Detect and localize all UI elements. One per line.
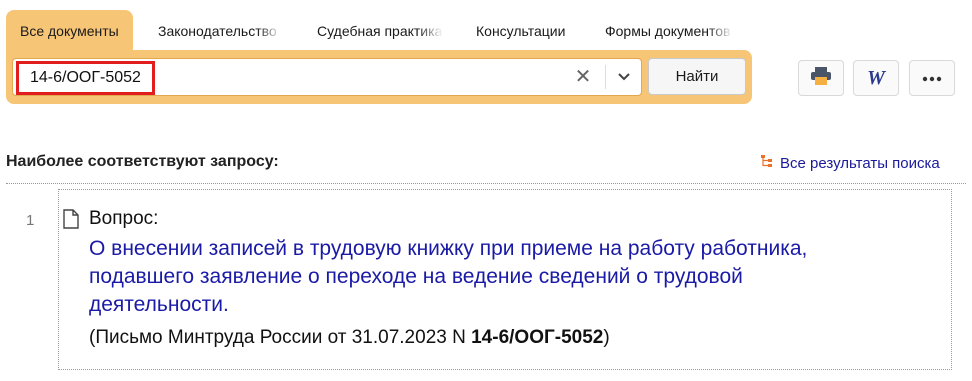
tab-legislation[interactable]: Законодательство [158, 10, 282, 52]
printer-icon [810, 66, 832, 91]
chevron-down-icon[interactable] [611, 63, 637, 91]
tab-label: Все документы [20, 23, 119, 39]
print-button[interactable] [798, 60, 844, 96]
search-panel: 14-6/ООГ-5052 ✕ Найти [6, 50, 752, 104]
find-button[interactable]: Найти [648, 58, 746, 95]
clear-icon[interactable]: ✕ [569, 63, 597, 91]
word-export-button[interactable]: W [853, 60, 899, 96]
all-results-link[interactable]: Все результаты поиска [760, 154, 940, 172]
tab-document-forms[interactable]: Формы документов [605, 10, 733, 52]
results-heading: Наиболее соответствуют запросу: [6, 153, 279, 170]
more-button[interactable] [909, 60, 955, 96]
result-source: (Письмо Минтруда России от 31.07.2023 N … [89, 327, 610, 349]
divider [605, 65, 606, 89]
tab-all-documents[interactable]: Все документы [6, 10, 133, 52]
word-icon: W [867, 66, 885, 89]
result-title-link[interactable]: О внесении записей в трудовую книжку при… [89, 235, 879, 319]
search-input[interactable]: 14-6/ООГ-5052 ✕ [12, 58, 642, 96]
tree-icon [760, 154, 774, 172]
source-doc-number: 14-6/ООГ-5052 [471, 327, 604, 348]
result-type-label: Вопрос: [89, 208, 159, 229]
source-prefix: (Письмо Минтруда России от 31.07.2023 N [89, 327, 472, 348]
tab-consultations[interactable]: Консультации [476, 10, 565, 52]
tab-label: Формы документов [605, 23, 731, 39]
source-suffix: ) [603, 327, 610, 348]
all-results-label: Все результаты поиска [780, 154, 940, 172]
search-query-highlight[interactable]: 14-6/ООГ-5052 [16, 61, 155, 95]
result-number: 1 [26, 212, 35, 229]
tab-label: Консультации [476, 23, 566, 39]
document-icon [63, 209, 79, 234]
tab-label: Законодательство [158, 23, 277, 39]
tab-label: Судебная практика [317, 23, 443, 39]
tab-court-practice[interactable]: Судебная практика [317, 10, 443, 52]
divider [6, 183, 966, 184]
more-dots-icon [922, 69, 942, 87]
